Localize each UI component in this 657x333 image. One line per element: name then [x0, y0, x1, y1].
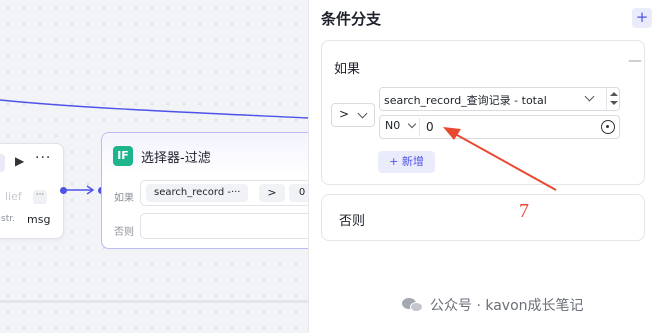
annotation-number: 7: [519, 200, 529, 222]
watermark: 公众号 · kavon成长笔记: [402, 294, 584, 316]
watermark-text: 公众号 · kavon成长笔记: [430, 298, 584, 314]
chat-bubbles-icon: [402, 296, 424, 314]
annotation-arrow: [443, 127, 557, 191]
